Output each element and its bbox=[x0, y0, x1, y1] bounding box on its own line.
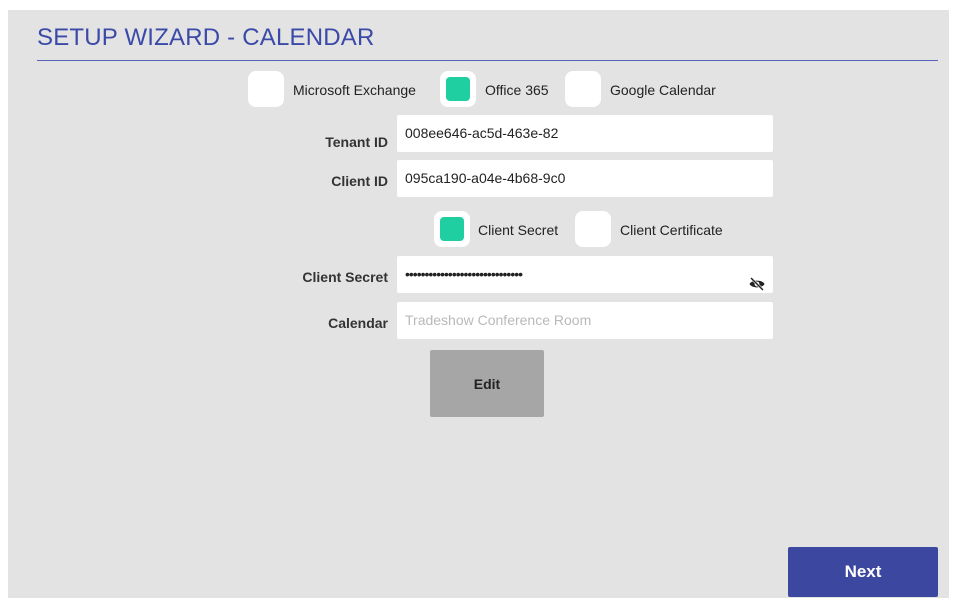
client-certificate-checkbox[interactable] bbox=[575, 211, 611, 247]
setup-wizard-panel: SETUP WIZARD - CALENDAR Microsoft Exchan… bbox=[8, 10, 949, 598]
client-secret-option-label: Client Secret bbox=[478, 222, 559, 238]
edit-button[interactable]: Edit bbox=[430, 350, 544, 417]
client-secret-input[interactable]: •••••••••••••••••••••••••••••• bbox=[397, 256, 773, 293]
calendar-label: Calendar bbox=[328, 315, 388, 331]
client-secret-checkbox[interactable] bbox=[434, 211, 470, 247]
title-divider bbox=[37, 60, 938, 61]
google-calendar-label: Google Calendar bbox=[610, 82, 716, 98]
tenant-id-input[interactable] bbox=[397, 115, 773, 152]
checkbox-mark bbox=[446, 77, 470, 101]
office-365-label: Office 365 bbox=[485, 82, 549, 98]
client-certificate-option-label: Client Certificate bbox=[620, 222, 723, 238]
microsoft-exchange-checkbox[interactable] bbox=[248, 71, 284, 107]
client-secret-label: Client Secret bbox=[302, 269, 388, 285]
client-id-input[interactable] bbox=[397, 160, 773, 197]
next-button[interactable]: Next bbox=[788, 547, 938, 597]
office-365-checkbox[interactable] bbox=[440, 71, 476, 107]
checkbox-mark bbox=[440, 217, 464, 241]
google-calendar-checkbox[interactable] bbox=[565, 71, 601, 107]
calendar-input[interactable] bbox=[397, 302, 773, 339]
microsoft-exchange-label: Microsoft Exchange bbox=[293, 82, 416, 98]
eye-off-icon[interactable] bbox=[748, 275, 766, 293]
tenant-id-label: Tenant ID bbox=[325, 134, 388, 150]
client-id-label: Client ID bbox=[331, 173, 388, 189]
page-title: SETUP WIZARD - CALENDAR bbox=[37, 24, 375, 51]
